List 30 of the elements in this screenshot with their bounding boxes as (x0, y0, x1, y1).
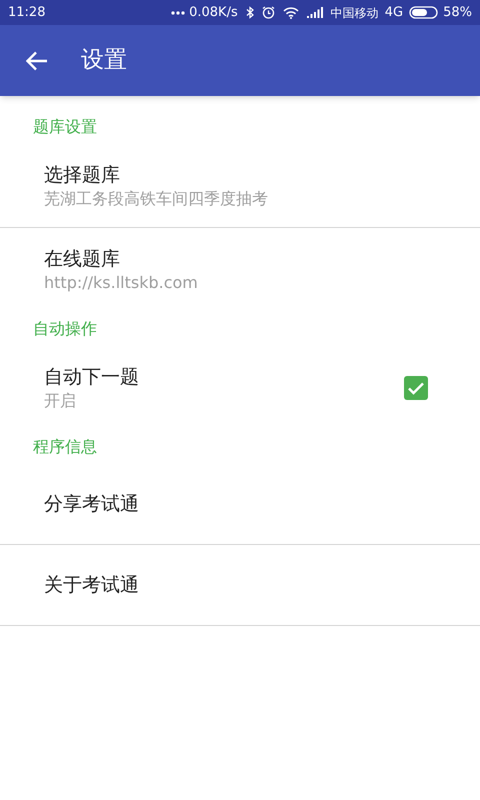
clock: 11:28 (8, 4, 46, 22)
toolbar-title: 设置 (81, 46, 127, 76)
preference-row[interactable]: 分享考试通 (0, 464, 480, 545)
carrier-name: 中国移动 (330, 4, 379, 22)
preference-summary: 开启 (44, 390, 77, 412)
checkbox[interactable] (404, 376, 428, 400)
preference-title: 选择题库 (44, 162, 121, 188)
preference-row[interactable]: 在线题库 http://ks.lltskb.com (0, 228, 480, 312)
alarm-icon (262, 6, 275, 19)
section-header: 自动操作 (33, 318, 97, 340)
preference-summary: http://ks.lltskb.com (44, 272, 199, 294)
signal-icon (306, 7, 323, 18)
dots-icon (171, 10, 186, 14)
back-arrow-icon (26, 50, 48, 70)
battery-percent: 58% (443, 4, 472, 22)
network-speed: 0.08K/s (189, 4, 238, 22)
preference-title: 自动下一题 (44, 365, 140, 390)
bluetooth-icon (246, 6, 254, 19)
battery-icon (409, 6, 440, 19)
preference-row[interactable]: 自动下一题 开启 (0, 346, 480, 430)
section-header: 题库设置 (33, 116, 97, 138)
preference-title: 分享考试通 (44, 492, 140, 517)
preference-row[interactable]: 关于考试通 (0, 545, 480, 626)
wifi-icon (282, 6, 299, 18)
preference-row[interactable]: 选择题库 芜湖工务段高铁车间四季度抽考 (0, 144, 480, 228)
section-header: 程序信息 (33, 436, 97, 458)
preference-title: 关于考试通 (44, 573, 140, 598)
network-type: 4G (384, 4, 404, 22)
preference-title: 在线题库 (44, 247, 121, 272)
preference-summary: 芜湖工务段高铁车间四季度抽考 (44, 188, 269, 210)
